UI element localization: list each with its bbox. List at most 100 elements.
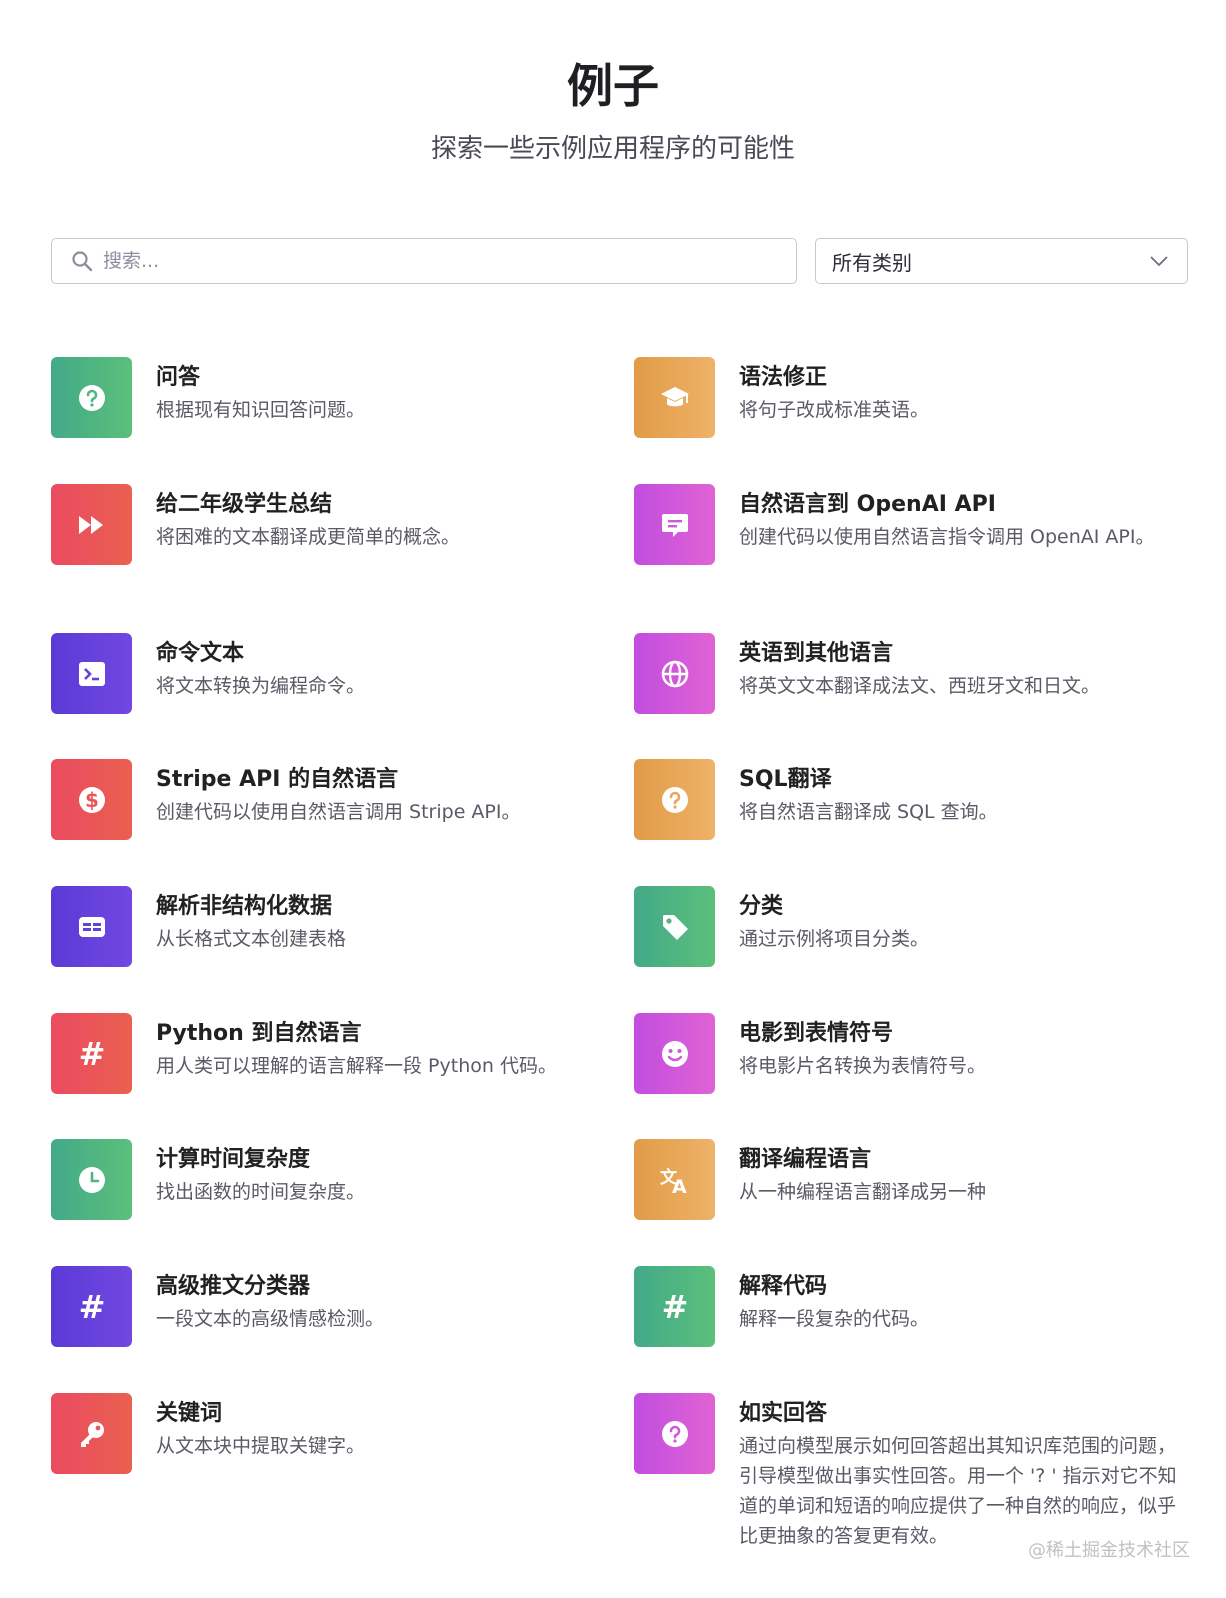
- example-icon-tile: [634, 886, 715, 967]
- example-card[interactable]: SQL翻译将自然语言翻译成 SQL 查询。: [634, 759, 1194, 840]
- chevron-down-icon: [1150, 256, 1168, 267]
- example-card[interactable]: 自然语言到 OpenAI API 创建代码以使用自然语言指令调用 OpenAI A…: [634, 484, 1194, 565]
- example-description: 一段文本的高级情感检测。: [156, 1308, 385, 1330]
- example-description: 通过示例将项目分类。: [739, 928, 930, 950]
- hash-icon: #: [660, 1292, 690, 1322]
- key-icon: [77, 1419, 107, 1449]
- example-description: 将文本转换为编程命令。: [156, 675, 366, 697]
- example-icon-tile: [634, 357, 715, 438]
- svg-text:#: #: [78, 1292, 105, 1322]
- example-description: 解释一段复杂的代码。: [739, 1308, 930, 1330]
- example-description: 用人类可以理解的语言解释一段 Python 代码。: [156, 1055, 557, 1077]
- hash-icon: #: [77, 1292, 107, 1322]
- example-description: 创建代码以使用自然语言调用 Stripe API。: [156, 801, 521, 823]
- example-card[interactable]: 分类通过示例将项目分类。: [634, 886, 1194, 967]
- question-icon: [77, 383, 107, 413]
- example-icon-tile: [634, 1393, 715, 1474]
- example-card[interactable]: 如实回答通过向模型展示如何回答超出其知识库范围的问题，引导模型做出事实性回答。用…: [634, 1393, 1194, 1551]
- page-title: 例子: [567, 59, 659, 113]
- chat-bubble-icon: [660, 510, 690, 540]
- example-title: 语法修正: [739, 365, 828, 390]
- example-title: 解释代码: [739, 1274, 828, 1299]
- example-title: 高级推文分类器: [156, 1274, 311, 1299]
- example-title: 自然语言到 OpenAI API: [739, 492, 996, 517]
- example-icon-tile: [51, 886, 132, 967]
- example-title: 如实回答: [739, 1401, 828, 1426]
- example-description: 将句子改成标准英语。: [739, 399, 930, 421]
- smiley-icon: [660, 1039, 690, 1069]
- page-subtitle: 探索一些示例应用程序的可能性: [430, 134, 795, 164]
- example-icon-tile: [51, 1393, 132, 1474]
- clock-icon: [77, 1165, 107, 1195]
- example-card[interactable]: 问答根据现有知识回答问题。: [51, 357, 611, 438]
- example-icon-tile: [634, 759, 715, 840]
- example-card[interactable]: 关键词从文本块中提取关键字。: [51, 1393, 611, 1474]
- example-title: 命令文本: [156, 641, 245, 666]
- example-card[interactable]: 电影到表情符号将电影片名转换为表情符号。: [634, 1013, 1194, 1094]
- example-title: 关键词: [156, 1401, 223, 1426]
- example-icon-tile: #: [51, 1013, 132, 1094]
- category-select-value: 所有类别: [832, 250, 912, 275]
- svg-text:#: #: [78, 1039, 105, 1069]
- example-description: 根据现有知识回答问题。: [156, 399, 366, 421]
- example-description: 将困难的文本翻译成更简单的概念。: [156, 526, 461, 548]
- example-card[interactable]: $ Stripe API 的自然语言创建代码以使用自然语言调用 Stripe AP…: [51, 759, 611, 840]
- example-description: 将英文文本翻译成法文、西班牙文和日文。: [739, 675, 1101, 697]
- example-description: 从一种编程语言翻译成另一种: [739, 1181, 987, 1203]
- graduation-cap-icon: [659, 383, 691, 413]
- example-icon-tile: [634, 484, 715, 565]
- example-icon-tile: [51, 633, 132, 714]
- example-description: 将自然语言翻译成 SQL 查询。: [739, 801, 998, 823]
- svg-text:$: $: [85, 788, 99, 812]
- example-card[interactable]: # 高级推文分类器一段文本的高级情感检测。: [51, 1266, 611, 1347]
- example-icon-tile: $: [51, 759, 132, 840]
- tag-icon: [660, 912, 690, 942]
- example-title: 问答: [156, 365, 201, 390]
- example-title: 分类: [739, 894, 784, 919]
- category-select[interactable]: 所有类别: [815, 238, 1188, 284]
- example-icon-tile: [51, 484, 132, 565]
- example-card[interactable]: 语法修正将句子改成标准英语。: [634, 357, 1194, 438]
- example-description: 从长格式文本创建表格: [156, 928, 347, 950]
- example-title: 给二年级学生总结: [156, 492, 333, 517]
- globe-icon: [660, 659, 690, 689]
- translate-icon: 文A: [658, 1165, 692, 1195]
- example-card[interactable]: 计算时间复杂度找出函数的时间复杂度。: [51, 1139, 611, 1220]
- example-card[interactable]: 给二年级学生总结将困难的文本翻译成更简单的概念。: [51, 484, 611, 565]
- question-icon: [660, 785, 690, 815]
- search-input[interactable]: [101, 249, 765, 273]
- example-description: 找出函数的时间复杂度。: [156, 1181, 366, 1203]
- example-icon-tile: [51, 357, 132, 438]
- example-title: SQL翻译: [739, 767, 832, 792]
- example-card[interactable]: # Python 到自然语言用人类可以理解的语言解释一段 Python 代码。: [51, 1013, 611, 1094]
- example-title: 电影到表情符号: [739, 1021, 894, 1046]
- example-card[interactable]: # 解释代码解释一段复杂的代码。: [634, 1266, 1194, 1347]
- example-icon-tile: [634, 633, 715, 714]
- example-icon-tile: #: [51, 1266, 132, 1347]
- example-card[interactable]: 解析非结构化数据 从长格式文本创建表格: [51, 886, 611, 967]
- example-title: Python 到自然语言: [156, 1021, 362, 1046]
- example-title: 翻译编程语言: [739, 1147, 872, 1172]
- table-icon: [77, 914, 107, 940]
- example-card[interactable]: 文 A 翻译编程语言从一种编程语言翻译成另一种: [634, 1139, 1194, 1220]
- example-title: 计算时间复杂度: [156, 1147, 311, 1172]
- example-description: 将电影片名转换为表情符号。: [739, 1055, 987, 1077]
- example-card[interactable]: 英语到其他语言将英文文本翻译成法文、西班牙文和日文。: [634, 633, 1194, 714]
- example-description: 通过向模型展示如何回答超出其知识库范围的问题，引导模型做出事实性回答。用一个 '…: [739, 1435, 1177, 1547]
- example-icon-tile: [51, 1139, 132, 1220]
- terminal-icon: [77, 660, 107, 688]
- example-icon-tile: [634, 1013, 715, 1094]
- fast-forward-icon: [77, 514, 107, 536]
- example-title: 英语到其他语言: [739, 641, 894, 666]
- svg-text:A: A: [672, 1176, 687, 1195]
- dollar-icon: $: [77, 785, 107, 815]
- example-title: Stripe API 的自然语言: [156, 767, 399, 792]
- watermark: @稀土掘金技术社区: [1028, 1540, 1190, 1561]
- example-card[interactable]: 命令文本将文本转换为编程命令。: [51, 633, 611, 714]
- example-description: 从文本块中提取关键字。: [156, 1435, 366, 1457]
- search-box[interactable]: [51, 238, 797, 284]
- search-icon: [72, 251, 93, 272]
- example-title: 解析非结构化数据: [156, 894, 333, 919]
- hash-icon: #: [77, 1039, 107, 1069]
- question-icon: [660, 1419, 690, 1449]
